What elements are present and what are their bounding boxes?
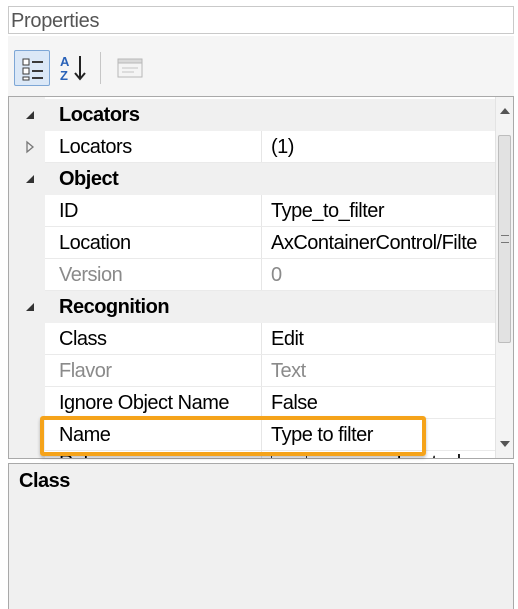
highlight-box [40,416,426,456]
properties-panel-title: Properties [8,6,514,34]
category-recognition[interactable]: Recognition [9,291,495,323]
property-value: 0 [271,264,282,286]
property-row-class[interactable]: Class Edit [9,323,495,355]
property-row-location[interactable]: Location AxContainerControl/Filte [9,227,495,259]
collapse-arrow-icon[interactable] [23,172,37,186]
property-name: Class [59,328,107,350]
column-divider [261,195,262,227]
property-value: Text [271,360,306,382]
description-pane: Class [8,463,514,609]
category-label: Recognition [59,296,170,318]
svg-text:A: A [60,54,70,69]
scrollbar-thumb[interactable] [498,135,511,343]
property-row-version[interactable]: Version 0 [9,259,495,291]
column-divider [261,355,262,387]
category-label: Locators [59,104,140,126]
property-row-flavor[interactable]: Flavor Text [9,355,495,387]
categorized-view-icon [22,58,43,81]
property-row-ignore-object-name[interactable]: Ignore Object Name False [9,387,495,419]
categorized-view-button[interactable] [14,50,50,86]
column-divider [261,131,262,163]
property-name: Location [59,232,131,254]
expand-arrow-icon[interactable] [23,140,37,154]
category-locators[interactable]: Locators [9,99,495,131]
column-divider [261,227,262,259]
column-divider [261,323,262,355]
property-pages-icon [117,58,143,78]
scroll-up-arrow-icon[interactable] [499,107,511,115]
property-name: Locators [59,136,132,158]
collapse-arrow-icon[interactable] [23,108,37,122]
property-value[interactable]: False [271,387,493,419]
property-row-id[interactable]: ID Type_to_filter [9,195,495,227]
properties-toolbar: A Z [8,36,514,96]
column-divider [261,387,262,419]
column-divider [261,259,262,291]
property-grid: Locators Locators (1) Object ID Type_to_… [8,96,514,459]
description-title: Class [19,470,70,492]
property-row-locators[interactable]: Locators (1) [9,131,495,163]
category-label: Object [59,168,119,190]
property-value[interactable]: AxContainerControl/Filte [271,227,493,259]
category-object[interactable]: Object [9,163,495,195]
vertical-scrollbar[interactable] [495,97,513,458]
property-value[interactable]: (1) [271,131,493,163]
collapse-arrow-icon[interactable] [23,300,37,314]
sort-alphabetical-icon: A Z [60,54,86,83]
property-value[interactable]: Edit [271,323,493,355]
sort-alphabetical-button[interactable]: A Z [56,50,92,86]
scroll-down-arrow-icon[interactable] [499,440,511,448]
property-name: Version [59,264,123,286]
property-name: Flavor [59,360,112,382]
toolbar-separator [100,52,101,84]
scrollbar-grip-icon [501,235,509,243]
svg-text:Z: Z [60,68,68,83]
property-pages-button[interactable] [112,50,148,86]
property-value[interactable]: Type_to_filter [271,195,493,227]
property-name: Ignore Object Name [59,392,229,414]
property-name: ID [59,200,79,222]
